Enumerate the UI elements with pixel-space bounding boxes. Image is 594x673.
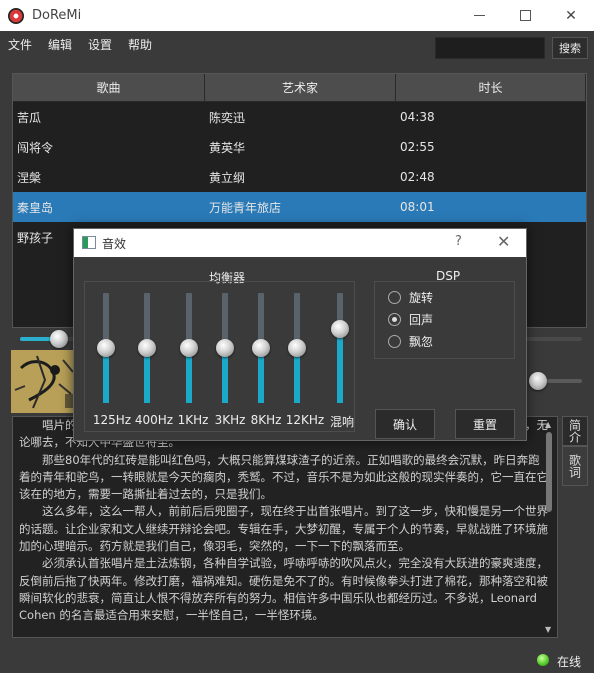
eq-slider-reverb[interactable] [326, 293, 354, 413]
reset-button[interactable]: 重置 [455, 409, 515, 439]
tab-lyrics[interactable]: 歌词 [562, 446, 588, 486]
maximize-button[interactable] [502, 0, 548, 31]
intro-text-panel: 唱片的封面……黄，周围住的多数是老人。东欢在这一片半老半新的旧小里……扯皮，吃喝… [12, 416, 558, 638]
dialog-title: 音效 [102, 237, 127, 251]
intro-paragraph: 这么多年，这么一帮人，前前后后兜圈子，现在终于出首张唱片。到了这一步，快和慢是另… [19, 504, 548, 554]
table-row[interactable]: 闯将令 黄英华 02:55 [13, 132, 586, 162]
radio-button-selected[interactable] [388, 313, 401, 326]
eq-handle[interactable] [180, 339, 198, 357]
close-icon: ✕ [565, 7, 577, 24]
tab-intro-label: 简介 [567, 419, 582, 443]
eq-label-1khz: 1KHz [177, 413, 209, 427]
song-title: 闯将令 [17, 140, 54, 155]
song-title: 苦瓜 [17, 110, 42, 125]
search-button[interactable]: 搜索 [552, 37, 588, 59]
eq-handle[interactable] [252, 339, 270, 357]
help-button[interactable]: ? [455, 234, 462, 249]
eq-label-12khz: 12KHz [285, 413, 325, 427]
eq-slider-125hz[interactable] [92, 293, 120, 413]
status-text: 在线 [557, 655, 582, 669]
table-row[interactable]: 苦瓜 陈奕迅 04:38 [13, 102, 586, 132]
dialog-app-icon [82, 236, 96, 249]
confirm-button[interactable]: 确认 [375, 409, 435, 439]
app-logo-icon [8, 7, 24, 24]
title-bar: DoReMi ✕ [0, 0, 594, 31]
header-duration[interactable]: 时长 [396, 74, 586, 101]
song-title: 秦皇岛 [17, 200, 54, 215]
dsp-option-drift[interactable]: 飘忽 [388, 333, 433, 350]
eq-label-8khz: 8KHz [250, 413, 282, 427]
header-song[interactable]: 歌曲 [13, 74, 205, 101]
progress-handle[interactable] [50, 330, 69, 348]
effects-dialog: 音效 ? ✕ 均衡器 125Hz 400Hz 1KHz 3KHz 8KHz 12… [73, 228, 527, 441]
eq-label-125hz: 125Hz [92, 413, 132, 427]
song-artist: 万能青年旅店 [209, 200, 282, 215]
volume-slider[interactable] [528, 372, 582, 390]
scroll-thumb[interactable] [546, 432, 552, 512]
dsp-option-label: 旋转 [409, 291, 434, 305]
song-duration: 02:55 [400, 140, 435, 154]
dsp-option-label: 回声 [409, 313, 434, 327]
menu-settings[interactable]: 设置 [88, 36, 112, 53]
song-duration: 02:48 [400, 170, 435, 184]
eq-slider-400hz[interactable] [133, 293, 161, 413]
dialog-close-icon[interactable]: ✕ [497, 232, 510, 251]
menu-help[interactable]: 帮助 [128, 36, 152, 53]
window-title: DoReMi [32, 8, 82, 23]
text-scrollbar[interactable]: ▲ ▼ [543, 418, 555, 634]
eq-label-reverb: 混响 [329, 415, 355, 429]
album-art [11, 350, 79, 413]
table-row[interactable]: 涅槃 黄立纲 02:48 [13, 162, 586, 192]
menu-edit[interactable]: 编辑 [48, 36, 72, 53]
eq-handle[interactable] [216, 339, 234, 357]
intro-paragraph: 那些80年代的红砖是能叫红色吗，大概只能算煤球渣子的近亲。正如唱歌的最终会沉默，… [19, 452, 548, 502]
close-button[interactable]: ✕ [548, 0, 594, 31]
song-duration: 08:01 [400, 200, 435, 214]
eq-slider-3khz[interactable] [211, 293, 239, 413]
song-artist: 黄立纲 [209, 170, 246, 185]
menu-file[interactable]: 文件 [8, 36, 32, 53]
dsp-option-echo[interactable]: 回声 [388, 311, 433, 328]
minimize-icon [473, 15, 485, 16]
song-duration: 04:38 [400, 110, 435, 124]
online-status-icon [537, 654, 549, 666]
eq-label-400hz: 400Hz [134, 413, 174, 427]
eq-handle[interactable] [331, 320, 349, 339]
header-artist[interactable]: 艺术家 [205, 74, 396, 101]
table-header: 歌曲 艺术家 时长 [13, 74, 586, 102]
tab-intro[interactable]: 简介 [562, 416, 588, 446]
eq-handle[interactable] [288, 339, 306, 357]
eq-handle[interactable] [138, 339, 156, 357]
song-title: 涅槃 [17, 170, 42, 185]
tab-lyrics-label: 歌词 [567, 454, 582, 478]
eq-slider-1khz[interactable] [175, 293, 203, 413]
volume-handle[interactable] [528, 372, 547, 390]
table-row-selected[interactable]: 秦皇岛 万能青年旅店 08:01 [13, 192, 586, 222]
eq-handle[interactable] [97, 339, 115, 357]
radio-button[interactable] [388, 291, 401, 304]
eq-slider-12khz[interactable] [283, 293, 311, 413]
radio-button[interactable] [388, 335, 401, 348]
maximize-icon [519, 10, 531, 21]
song-artist: 陈奕迅 [209, 110, 246, 125]
dsp-option-label: 飘忽 [409, 335, 434, 349]
scroll-up-icon[interactable]: ▲ [545, 420, 551, 429]
song-artist: 黄英华 [209, 140, 246, 155]
eq-label-3khz: 3KHz [214, 413, 246, 427]
dsp-option-rotate[interactable]: 旋转 [388, 289, 433, 306]
minimize-button[interactable] [456, 0, 502, 31]
intro-paragraph: 必须承认首张唱片是土法炼钢，各种自学试验，呼哧呼哧的吹风点火，完全没有大跃进的豪… [19, 556, 548, 623]
dialog-title-bar: 音效 ? ✕ [74, 229, 526, 257]
scroll-down-icon[interactable]: ▼ [545, 625, 551, 634]
eq-slider-8khz[interactable] [247, 293, 275, 413]
search-input[interactable] [435, 37, 545, 59]
